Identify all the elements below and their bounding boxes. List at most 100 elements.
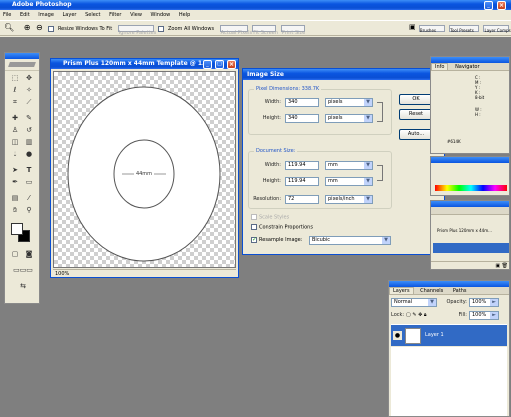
gradient-tool-icon[interactable]: ▥	[23, 137, 35, 148]
width-field[interactable]: 340	[285, 98, 319, 107]
doc-height-unit-select[interactable]: mm ▼	[325, 177, 373, 186]
actual-pixels-button[interactable]: Actual Pixels	[219, 25, 252, 35]
fill-field[interactable]: 100% ►	[469, 311, 499, 320]
zoom-all-checkbox[interactable]	[158, 25, 165, 32]
healing-brush-tool-icon[interactable]: ✚	[9, 113, 21, 124]
quick-mask-mode-icon[interactable]: ◙	[23, 249, 35, 260]
crop-tool-icon[interactable]: ⌗	[9, 97, 21, 108]
history-selected-row[interactable]	[433, 243, 509, 253]
reset-button[interactable]: Reset	[399, 109, 433, 120]
well-tab-brushes[interactable]: Brushes	[418, 24, 445, 33]
menu-help[interactable]: Help	[179, 12, 190, 18]
height-unit-select[interactable]: pixels ▼	[325, 114, 373, 123]
new-snapshot-icon[interactable]: ▣	[495, 263, 500, 269]
tab-paths[interactable]: Paths	[450, 288, 470, 294]
print-size-button[interactable]: Print Size	[280, 25, 305, 35]
zoom-in-icon[interactable]: ⊕	[24, 23, 31, 32]
resample-checkbox[interactable]: ✓	[251, 236, 257, 243]
resolution-unit-select[interactable]: pixels/inch ▼	[325, 195, 373, 204]
tab-layers[interactable]: Layers	[389, 287, 414, 294]
constrain-checkbox[interactable]	[251, 224, 257, 230]
pen-tool-icon[interactable]: ✒	[9, 177, 21, 188]
menu-image[interactable]: Image	[38, 12, 54, 18]
menu-filter[interactable]: Filter	[109, 12, 121, 18]
doc-link-icon	[377, 165, 383, 181]
palette-well: ▣ Brushes Tool Presets Layer Comps	[409, 23, 511, 34]
app-title-bar: Adobe Photoshop	[0, 0, 511, 10]
minimize-button[interactable]: _	[484, 1, 493, 10]
zoom-level[interactable]: 100%	[53, 271, 69, 277]
doc-minimize-button[interactable]: _	[203, 60, 212, 69]
tab-info[interactable]: Info	[431, 63, 449, 70]
ok-button[interactable]: OK	[399, 94, 433, 105]
canvas[interactable]: 44mm	[53, 71, 236, 268]
resample-method-select[interactable]: Bicubic ▼	[309, 236, 391, 245]
type-tool-icon[interactable]: T	[23, 165, 35, 176]
auto-button[interactable]: Auto...	[399, 129, 433, 140]
resample-row[interactable]: ✓ Resample Image:	[251, 236, 302, 245]
clone-stamp-tool-icon[interactable]: ♙	[9, 125, 21, 136]
chevron-right-icon: ►	[490, 312, 498, 319]
quick-mask-icon[interactable]: ▢	[9, 249, 21, 260]
menu-layer[interactable]: Layer	[63, 12, 77, 18]
resize-windows-checkbox[interactable]	[48, 25, 55, 32]
width-unit-select[interactable]: pixels ▼	[325, 98, 373, 107]
layer-row[interactable]: ● Layer 1	[391, 324, 507, 346]
fit-screen-button[interactable]: Fit Screen	[252, 25, 278, 35]
hand-tool-icon[interactable]: ✋︎	[9, 205, 21, 216]
menu-window[interactable]: Window	[151, 12, 171, 18]
foreground-color-swatch[interactable]	[11, 223, 23, 235]
doc-width-field[interactable]: 119.94	[285, 161, 319, 170]
zoom-out-icon[interactable]: ⊖	[36, 23, 43, 32]
visibility-eye-icon[interactable]: ●	[393, 331, 402, 340]
doc-height-field[interactable]: 119.94	[285, 177, 319, 186]
history-brush-tool-icon[interactable]: ↺	[23, 125, 35, 136]
screen-mode-icon[interactable]: ▭▭▭	[9, 265, 37, 276]
blend-mode-select[interactable]: Normal ▼	[391, 298, 437, 307]
well-tab-layer-comps[interactable]: Layer Comps	[483, 24, 511, 33]
resolution-field[interactable]: 72	[285, 195, 319, 204]
history-item[interactable]: Prism Plus 120mm x 44m...	[433, 225, 509, 237]
zoom-tool-icon[interactable]: 🔍︎	[4, 23, 14, 32]
toolbox: ⬚ ✥ ℓ ✧ ⌗ ⟋ ✚ ✎ ♙ ↺ ◫ ▥ 💧︎ ● ➤ T ✒ ▭ ▤ ⁄…	[4, 52, 40, 304]
menu-view[interactable]: View	[130, 12, 142, 18]
tab-navigator[interactable]: Navigator	[452, 64, 482, 70]
tab-channels[interactable]: Channels	[417, 288, 446, 294]
lock-icons[interactable]: ▢ ✎ ✥ 🔒︎	[406, 311, 427, 319]
brush-tool-icon[interactable]: ✎	[23, 113, 35, 124]
doc-width-unit-select[interactable]: mm ▼	[325, 161, 373, 170]
height-field[interactable]: 340	[285, 114, 319, 123]
marquee-tool-icon[interactable]: ⬚	[9, 73, 21, 84]
menu-edit[interactable]: Edit	[20, 12, 30, 18]
zoom-tool-icon-2[interactable]: ⚲	[23, 205, 35, 216]
path-selection-tool-icon[interactable]: ➤	[9, 165, 21, 176]
color-palette	[430, 156, 510, 196]
lasso-tool-icon[interactable]: ℓ	[9, 85, 21, 96]
scale-styles-row[interactable]: Scale Styles	[251, 214, 289, 222]
slice-tool-icon[interactable]: ⟋	[23, 97, 35, 108]
menu-select[interactable]: Select	[85, 12, 100, 18]
blur-tool-icon[interactable]: 💧︎	[9, 149, 21, 160]
eraser-tool-icon[interactable]: ◫	[9, 137, 21, 148]
shape-tool-icon[interactable]: ▭	[23, 177, 35, 188]
doc-close-icon[interactable]: ×	[227, 60, 236, 69]
constrain-row[interactable]: Constrain Proportions	[251, 224, 313, 232]
opacity-field[interactable]: 100% ►	[469, 298, 499, 307]
trash-icon[interactable]: 🗑︎	[502, 263, 508, 269]
doc-maximize-button[interactable]: □	[215, 60, 224, 69]
color-ramp[interactable]	[435, 185, 507, 191]
menu-file[interactable]: File	[3, 12, 11, 18]
magic-wand-tool-icon[interactable]: ✧	[23, 85, 35, 96]
imageready-icon[interactable]: ⇆	[9, 281, 37, 292]
ignore-palettes-checkbox[interactable]: Ignore Palettes	[117, 25, 156, 35]
zoom-all-label: Zoom All Windows	[167, 26, 215, 32]
eyedropper-tool-icon[interactable]: ⁄	[23, 193, 35, 204]
move-tool-icon[interactable]: ✥	[23, 73, 35, 84]
dodge-tool-icon[interactable]: ●	[23, 149, 35, 160]
notes-tool-icon[interactable]: ▤	[9, 193, 21, 204]
close-icon[interactable]: ×	[497, 1, 506, 10]
scale-styles-checkbox[interactable]	[251, 214, 257, 220]
well-icon[interactable]: ▣	[409, 23, 416, 31]
well-tab-tool-presets[interactable]: Tool Presets	[449, 24, 480, 33]
resample-method: Bicubic	[312, 237, 331, 243]
